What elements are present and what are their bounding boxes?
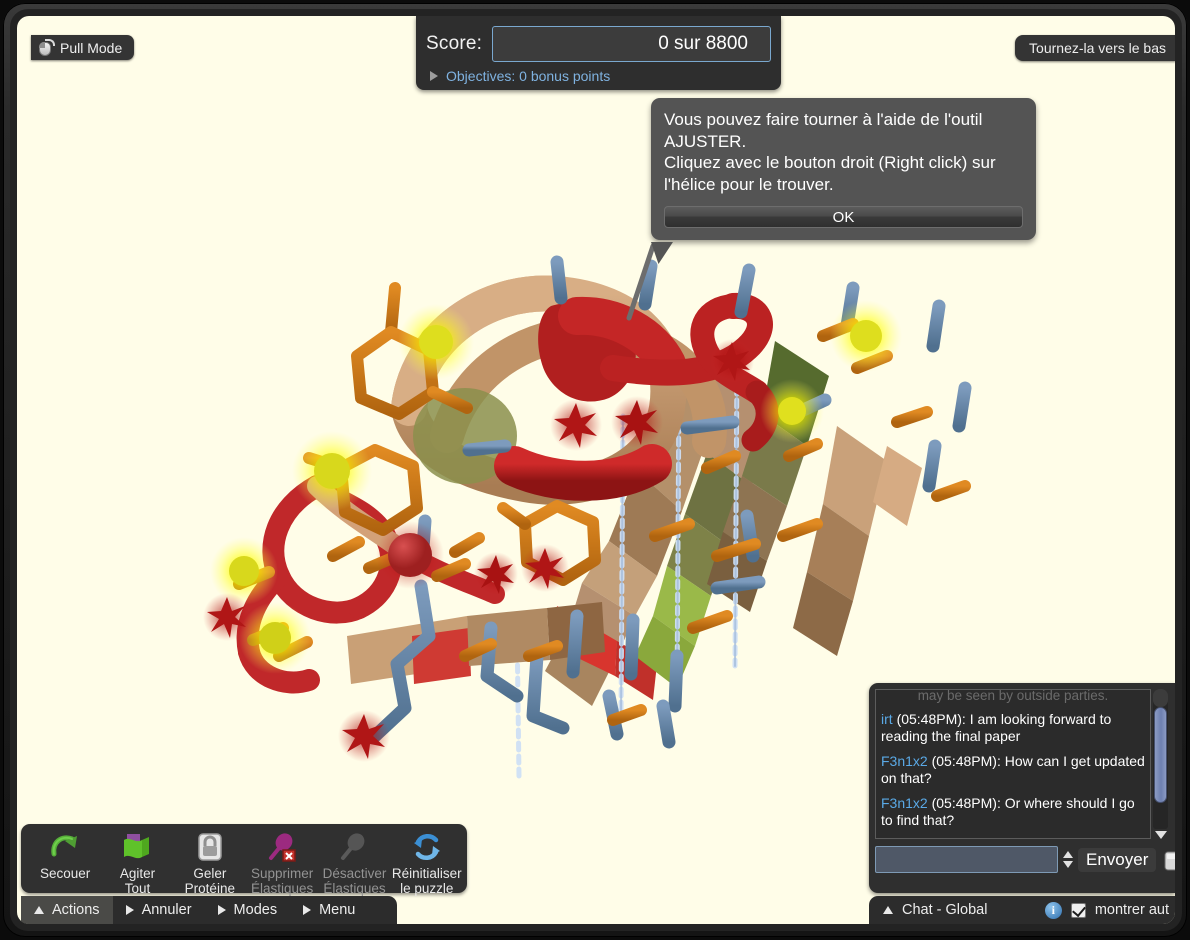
- tutorial-tooltip: Vous pouvez faire tourner à l'aide de l'…: [651, 98, 1036, 264]
- rotate-hint-label: Tournez-la vers le bas: [1029, 40, 1166, 56]
- wiggle-all-icon: [120, 830, 154, 864]
- chat-message: irt (05:48PM): I am looking forward to r…: [881, 711, 1145, 745]
- action-wiggle-all-label: Agiter Tout: [119, 866, 156, 896]
- triangle-down-icon[interactable]: [1063, 861, 1073, 868]
- objectives-row[interactable]: Objectives: 0 bonus points: [426, 68, 771, 84]
- tooltip-line-2: Cliquez avec le bouton droit (Right clic…: [664, 153, 996, 194]
- action-reset-puzzle[interactable]: Réinitialiser le puzzle: [391, 830, 463, 896]
- pull-mode-badge[interactable]: Pull Mode: [31, 35, 135, 60]
- action-freeze-protein-label: Geler Protéine: [184, 866, 235, 896]
- menu-button-menu[interactable]: Menu: [290, 896, 368, 924]
- menu-button-undo-label: Annuler: [141, 902, 192, 918]
- action-wiggle-all[interactable]: Agiter Tout: [101, 830, 173, 896]
- rotate-hint-tab[interactable]: Tournez-la vers le bas: [1015, 35, 1175, 61]
- chat-scrollbar-thumb[interactable]: [1154, 707, 1167, 803]
- tooltip-line-1: Vous pouvez faire tourner à l'aide de l'…: [664, 110, 983, 151]
- score-row: Score: 0 sur 8800: [426, 26, 771, 62]
- triangle-down-icon[interactable]: [1154, 831, 1167, 839]
- reset-puzzle-icon: [410, 830, 444, 864]
- chat-username: irt: [881, 711, 893, 727]
- action-disable-bands-label: Désactiver Élastiques: [322, 866, 387, 896]
- show-others-checkbox[interactable]: [1070, 902, 1086, 918]
- menu-strip: Actions Annuler Modes Menu: [21, 896, 397, 924]
- score-label: Score:: [426, 33, 483, 54]
- action-shake[interactable]: Secouer: [29, 830, 101, 882]
- info-icon[interactable]: i: [1044, 901, 1062, 919]
- triangle-up-icon: [34, 906, 44, 914]
- chat-scrollbar-cap: [1153, 689, 1168, 707]
- chat-message: F3n1x2 (05:48PM): Or where should I go t…: [881, 795, 1145, 829]
- shake-arrow-icon: [48, 830, 82, 864]
- chat-time: (05:48PM):: [931, 795, 1001, 811]
- actions-toolbar: Secouer Agiter Tout Geler Protéine Suppr…: [21, 824, 467, 896]
- chat-send-button[interactable]: Envoyer: [1078, 847, 1157, 872]
- menu-button-undo[interactable]: Annuler: [113, 896, 205, 924]
- chat-message: F3n1x2 (05:48PM): How can I get updated …: [881, 753, 1145, 787]
- chat-panel: may be seen by outside parties. irt (05:…: [869, 683, 1175, 893]
- chat-log[interactable]: may be seen by outside parties. irt (05:…: [875, 689, 1151, 839]
- menu-button-actions-label: Actions: [52, 902, 100, 918]
- chat-username: F3n1x2: [881, 795, 928, 811]
- action-shake-label: Secouer: [40, 866, 91, 881]
- triangle-right-icon: [430, 71, 438, 81]
- show-others-label: montrer aut: [1094, 902, 1169, 918]
- score-panel: Score: 0 sur 8800 Objectives: 0 bonus po…: [416, 16, 781, 90]
- chat-faded-message: may be seen by outside parties.: [917, 689, 1109, 703]
- foldit-application-window: Pull Mode Tournez-la vers le bas Score: …: [0, 0, 1190, 940]
- chat-status-label: Chat - Global: [902, 902, 988, 918]
- mouse-icon: [38, 39, 55, 56]
- action-disable-bands[interactable]: Désactiver Élastiques: [318, 830, 390, 896]
- triangle-right-icon: [217, 905, 226, 915]
- chat-send-label: Envoyer: [1086, 849, 1149, 869]
- triangle-right-icon: [125, 905, 134, 915]
- action-freeze-protein[interactable]: Geler Protéine: [174, 830, 246, 896]
- chat-time: (05:48PM):: [896, 711, 966, 727]
- chat-spinner[interactable]: [1063, 851, 1073, 868]
- chat-scrollbar[interactable]: [1151, 689, 1170, 839]
- menu-button-actions[interactable]: Actions: [21, 896, 113, 924]
- protein-3d-viewport[interactable]: Pull Mode Tournez-la vers le bas Score: …: [17, 16, 1175, 924]
- camera-icon[interactable]: [1163, 847, 1175, 873]
- chat-username: F3n1x2: [881, 753, 928, 769]
- objectives-label: Objectives: 0 bonus points: [446, 68, 611, 84]
- tooltip-ok-button[interactable]: OK: [664, 206, 1023, 228]
- menu-button-modes-label: Modes: [233, 902, 278, 918]
- triangle-right-icon: [303, 905, 312, 915]
- score-value-box[interactable]: 0 sur 8800: [492, 26, 771, 62]
- chat-input-row: Envoyer: [875, 846, 1175, 873]
- chat-time: (05:48PM):: [931, 753, 1001, 769]
- disable-bands-icon: [337, 830, 371, 864]
- menu-button-modes[interactable]: Modes: [205, 896, 291, 924]
- freeze-lock-icon: [193, 830, 227, 864]
- chat-input[interactable]: [875, 846, 1058, 873]
- chat-scrollbar-track[interactable]: [1153, 689, 1168, 829]
- chat-status-bar: Chat - Global i montrer aut: [869, 896, 1175, 924]
- action-remove-bands[interactable]: Supprimer Élastiques: [246, 830, 318, 896]
- menu-button-menu-label: Menu: [319, 902, 356, 918]
- pull-mode-label: Pull Mode: [60, 39, 123, 56]
- tooltip-ok-label: OK: [832, 208, 855, 226]
- triangle-up-icon[interactable]: [883, 906, 893, 914]
- triangle-up-icon[interactable]: [1063, 851, 1073, 858]
- action-remove-bands-label: Supprimer Élastiques: [251, 866, 314, 896]
- score-value: 0 sur 8800: [658, 33, 748, 54]
- remove-bands-icon: [265, 830, 299, 864]
- action-reset-puzzle-label: Réinitialiser le puzzle: [391, 866, 462, 896]
